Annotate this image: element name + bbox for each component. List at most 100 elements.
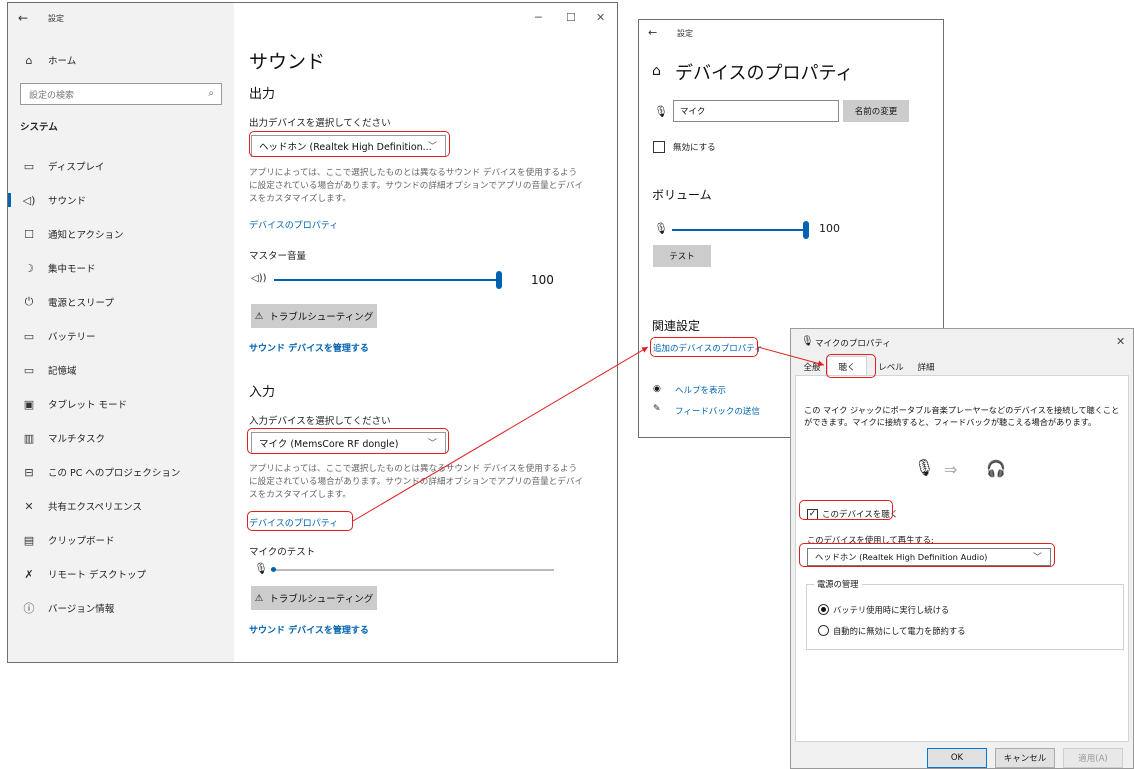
sidebar-item-label: マルチタスク bbox=[48, 434, 106, 445]
troubleshoot-button[interactable]: ⚠ トラブルシューティング bbox=[251, 304, 377, 328]
input-select-label: 入力デバイスを選択してください bbox=[249, 416, 391, 427]
device-volume-thumb[interactable] bbox=[803, 221, 809, 239]
sidebar-category: システム bbox=[20, 115, 58, 137]
master-volume-value: 100 bbox=[531, 273, 554, 287]
device-name-input[interactable]: マイク bbox=[673, 100, 839, 122]
remote-icon: ✗ bbox=[24, 567, 34, 581]
sidebar-item-sound[interactable]: ◁) サウンド bbox=[8, 189, 86, 211]
apply-button[interactable]: 適用(A) bbox=[1063, 748, 1123, 768]
troubleshoot-button-input[interactable]: ⚠ トラブルシューティング bbox=[251, 586, 377, 610]
sidebar-item-clipboard[interactable]: ▤ クリップボード bbox=[20, 529, 115, 551]
sidebar-item-label: リモート デスクトップ bbox=[48, 570, 147, 581]
feedback-icon: ✎ bbox=[653, 404, 661, 414]
troubleshoot-label: トラブルシューティング bbox=[269, 312, 374, 323]
power-icon: ⏻ bbox=[24, 295, 34, 308]
rename-button[interactable]: 名前の変更 bbox=[843, 100, 909, 122]
output-device-select[interactable]: ヘッドホン (Realtek High Definition... ﹀ bbox=[251, 135, 446, 157]
output-device-properties-link[interactable]: デバイスのプロパティ bbox=[249, 218, 338, 231]
master-volume-slider[interactable] bbox=[274, 279, 496, 281]
sidebar-item-focus[interactable]: ☽ 集中モード bbox=[20, 257, 96, 279]
disable-checkbox[interactable] bbox=[653, 141, 665, 153]
microphone-icon: 🎙 bbox=[801, 336, 814, 347]
test-button[interactable]: テスト bbox=[653, 245, 711, 267]
mic-level-indicator bbox=[271, 567, 276, 572]
ok-button[interactable]: OK bbox=[927, 748, 987, 768]
output-section-title: 出力 bbox=[249, 87, 276, 102]
storage-icon: ▭ bbox=[23, 363, 35, 377]
sidebar-item-about[interactable]: ⓘ バージョン情報 bbox=[20, 597, 115, 619]
info-icon: ⓘ bbox=[23, 602, 35, 615]
sidebar-item-label: 共有エクスペリエンス bbox=[48, 502, 142, 513]
sidebar-item-notifications[interactable]: ☐ 通知とアクション bbox=[20, 223, 123, 245]
speaker-icon: ◁) bbox=[22, 193, 36, 207]
master-volume-label: マスター音量 bbox=[249, 251, 307, 262]
back-arrow-icon[interactable]: ← bbox=[648, 26, 657, 39]
listen-tab-panel: この マイク ジャックにポータブル音楽プレーヤーなどのデバイスを接続して聴くこと… bbox=[795, 375, 1129, 742]
manage-sound-devices-link[interactable]: サウンド デバイスを管理する bbox=[249, 341, 369, 354]
help-link[interactable]: ヘルプを表示 bbox=[675, 384, 726, 396]
cancel-button[interactable]: キャンセル bbox=[995, 748, 1055, 768]
mic-properties-dialog: 🎙 マイクのプロパティ ✕ 全般 聴く レベル 詳細 この マイク ジャックにポ… bbox=[790, 328, 1134, 769]
power-management-group bbox=[806, 584, 1124, 650]
sidebar-item-label: 集中モード bbox=[48, 264, 96, 275]
device-volume-slider[interactable] bbox=[672, 229, 805, 231]
sound-page: ─ ☐ ✕ サウンド 出力 出力デバイスを選択してください ヘッドホン (Rea… bbox=[234, 3, 617, 662]
master-volume-thumb[interactable] bbox=[496, 271, 502, 289]
display-icon: ▭ bbox=[23, 159, 35, 173]
minimize-icon[interactable]: ─ bbox=[535, 11, 542, 24]
tab-advanced[interactable]: 詳細 bbox=[909, 358, 943, 376]
troubleshoot-label: トラブルシューティング bbox=[269, 594, 374, 605]
disable-label: 無効にする bbox=[673, 143, 716, 153]
playback-device-select[interactable]: ヘッドホン (Realtek High Definition Audio) ﹀ bbox=[807, 548, 1051, 566]
tab-general[interactable]: 全般 bbox=[799, 358, 825, 376]
battery-icon: ▭ bbox=[23, 329, 35, 343]
sidebar-item-power[interactable]: ⏻ 電源とスリープ bbox=[20, 291, 114, 313]
radio-keep-running-battery[interactable] bbox=[818, 604, 829, 615]
moon-icon: ☽ bbox=[24, 261, 34, 275]
page-title: デバイスのプロパティ bbox=[675, 63, 854, 84]
device-name-value: マイク bbox=[680, 107, 706, 117]
input-device-select[interactable]: マイク (MemsCore RF dongle) ﹀ bbox=[251, 432, 446, 454]
tab-levels[interactable]: レベル bbox=[871, 358, 911, 376]
warning-icon: ⚠ bbox=[254, 310, 264, 322]
close-icon[interactable]: ✕ bbox=[1116, 335, 1125, 348]
maximize-icon[interactable]: ☐ bbox=[566, 11, 576, 24]
power-group-title: 電源の管理 bbox=[814, 578, 862, 590]
chevron-down-icon: ﹀ bbox=[1032, 553, 1042, 563]
output-select-label: 出力デバイスを選択してください bbox=[249, 118, 391, 129]
sidebar-item-storage[interactable]: ▭ 記憶域 bbox=[20, 359, 77, 381]
settings-window: ← 設定 ⌂ ホーム 設定の検索 ⌕ システム ▭ ディスプレイ ◁) サウンド ☐… bbox=[7, 2, 618, 663]
multitask-icon: ▥ bbox=[23, 431, 35, 445]
sidebar-item-label: ディスプレイ bbox=[48, 162, 105, 173]
sidebar-item-display[interactable]: ▭ ディスプレイ bbox=[20, 155, 105, 177]
sidebar-item-remote[interactable]: ✗ リモート デスクトップ bbox=[20, 563, 146, 585]
chevron-down-icon: ﹀ bbox=[427, 142, 437, 152]
settings-search-input[interactable]: 設定の検索 ⌕ bbox=[20, 83, 222, 105]
microphone-icon: 🎙 bbox=[654, 222, 668, 235]
tab-listen[interactable]: 聴く bbox=[827, 356, 867, 376]
warning-icon: ⚠ bbox=[254, 592, 264, 604]
sidebar-item-multitask[interactable]: ▥ マルチタスク bbox=[20, 427, 105, 449]
sidebar-item-tablet[interactable]: ▣ タブレット モード bbox=[20, 393, 127, 415]
listen-checkbox[interactable]: ✓ bbox=[807, 509, 818, 520]
dialog-title: マイクのプロパティ bbox=[815, 339, 891, 349]
settings-sidebar: ← 設定 ⌂ ホーム 設定の検索 ⌕ システム ▭ ディスプレイ ◁) サウンド ☐… bbox=[8, 3, 234, 662]
input-section-title: 入力 bbox=[249, 385, 276, 400]
projection-icon: ⊟ bbox=[24, 465, 34, 479]
back-arrow-icon[interactable]: ← bbox=[18, 11, 28, 25]
manage-sound-devices-link-input[interactable]: サウンド デバイスを管理する bbox=[249, 623, 369, 636]
close-icon[interactable]: ✕ bbox=[596, 11, 605, 24]
mic-level-meter bbox=[271, 569, 554, 571]
additional-device-properties-link[interactable]: 追加のデバイスのプロパティ bbox=[653, 342, 763, 354]
feedback-link[interactable]: フィードバックの送信 bbox=[675, 405, 760, 417]
sidebar-home[interactable]: ⌂ ホーム bbox=[20, 49, 77, 71]
input-device-properties-link[interactable]: デバイスのプロパティ bbox=[249, 516, 338, 529]
sidebar-item-label: クリップボード bbox=[48, 536, 115, 547]
sidebar-home-label: ホーム bbox=[48, 56, 77, 67]
sidebar-item-shared[interactable]: ✕ 共有エクスペリエンス bbox=[20, 495, 142, 517]
tablet-icon: ▣ bbox=[23, 397, 35, 411]
radio-auto-disable[interactable] bbox=[818, 625, 829, 636]
device-volume-value: 100 bbox=[819, 222, 840, 235]
sidebar-item-battery[interactable]: ▭ バッテリー bbox=[20, 325, 96, 347]
sidebar-item-projection[interactable]: ⊟ この PC へのプロジェクション bbox=[20, 461, 180, 483]
